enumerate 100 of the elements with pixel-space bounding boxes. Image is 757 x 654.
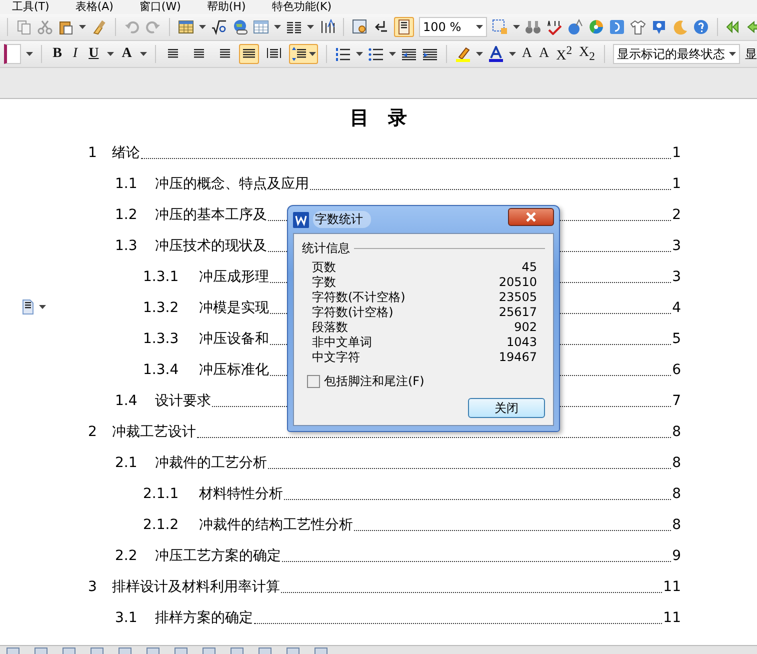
stat-label: 字符数(计空格) (312, 305, 394, 320)
increase-indent-icon[interactable] (422, 46, 438, 62)
page-number: 7 (672, 392, 681, 408)
close-dialog-button[interactable]: 关闭 (468, 398, 545, 418)
page-number: 2 (672, 206, 681, 222)
font-style-button[interactable]: A (118, 46, 135, 62)
back-arrow-icon[interactable] (747, 19, 757, 35)
toc-entry-title: 冲模是实现 (199, 298, 269, 316)
caret-icon[interactable] (513, 25, 520, 29)
subscript-button[interactable]: X$_{2}$ (578, 45, 596, 63)
page-number: 6 (672, 362, 681, 378)
toc-number: 1.2 (115, 206, 138, 222)
bullet-list-icon[interactable] (368, 46, 384, 62)
toc-entry-title: 冲压成形理 (199, 268, 269, 286)
caret-icon[interactable] (307, 25, 314, 29)
brush-icon[interactable] (91, 19, 107, 35)
chat-bubble-icon[interactable] (651, 19, 667, 35)
caret-icon[interactable] (140, 52, 147, 56)
page-number: 11 (663, 578, 681, 594)
page-number: 8 (672, 424, 681, 440)
stat-label: 段落数 (312, 320, 348, 335)
menu-item[interactable]: 帮助(H) (206, 0, 246, 14)
caret-icon[interactable] (199, 25, 206, 29)
toc-number: 1.1 (115, 176, 138, 192)
caret-icon[interactable] (388, 52, 396, 56)
clipboard-icon[interactable] (58, 19, 74, 35)
toc-entry-title: 冲压设备和 (199, 330, 269, 348)
toc-number: 2.2 (115, 548, 138, 564)
page-number: 11 (663, 610, 681, 626)
help-icon[interactable] (693, 19, 709, 35)
page-number: 9 (672, 548, 681, 564)
document-icon[interactable] (20, 299, 36, 315)
caret-icon[interactable] (308, 52, 316, 56)
numbered-list-icon[interactable] (334, 46, 351, 62)
caret-icon[interactable] (79, 25, 86, 29)
caret-icon[interactable] (106, 52, 114, 56)
toc-entry-title: 绪论 (112, 144, 140, 162)
caret-icon[interactable] (476, 52, 483, 56)
spreadsheet-icon[interactable] (178, 19, 194, 35)
toolbar-label[interactable]: 显 (745, 46, 757, 62)
scissors-icon[interactable] (37, 19, 53, 35)
columns-icon[interactable] (286, 19, 302, 35)
underline-button[interactable]: U (86, 46, 102, 62)
table-icon[interactable] (253, 19, 269, 35)
checkbox-label[interactable]: 包括脚注和尾注(F) (324, 373, 424, 390)
shirt-icon[interactable] (630, 19, 646, 35)
caret-icon[interactable] (729, 52, 736, 56)
toc-entry-title: 冲裁工艺设计 (112, 422, 196, 440)
text-direction-icon[interactable] (319, 19, 335, 35)
select-frame-icon[interactable] (492, 19, 508, 35)
bold-button[interactable]: B (50, 46, 65, 62)
caret-icon[interactable] (26, 52, 33, 56)
close-button[interactable] (508, 208, 554, 226)
caret-icon[interactable] (39, 305, 46, 309)
decrease-indent-icon[interactable] (400, 46, 417, 62)
stat-label: 字数 (312, 275, 336, 290)
globe-icon[interactable] (567, 19, 583, 35)
colorful-circle-icon[interactable] (588, 19, 604, 35)
grow-font-button[interactable]: A (520, 46, 533, 62)
preview-icon[interactable] (352, 19, 368, 35)
toc-entry-title: 冲压标准化 (199, 360, 269, 378)
stat-value: 25617 (498, 305, 537, 320)
line-spacing-icon[interactable] (290, 46, 307, 62)
globe-link-icon[interactable] (232, 19, 248, 35)
toc-number: 3 (88, 578, 98, 594)
menu-item[interactable]: 工具(T) (12, 0, 50, 14)
spellcheck-icon[interactable] (546, 19, 562, 35)
toc-entry-title: 冲压的基本工序及 (155, 206, 267, 224)
markup-dropdown[interactable]: 显示标记的最终状态 (613, 44, 740, 64)
toc-number: 1.3 (115, 238, 138, 254)
caret-icon[interactable] (508, 52, 516, 56)
menu-item[interactable]: 特色功能(K) (272, 0, 332, 14)
app-logo-icon[interactable] (293, 212, 309, 228)
dialog-title: 字数统计 (313, 211, 371, 228)
checkbox[interactable] (307, 375, 320, 388)
menu-item[interactable]: 窗口(W) (139, 0, 181, 14)
caret-icon[interactable] (476, 25, 483, 29)
binoculars-icon[interactable] (525, 19, 541, 35)
page-number: 3 (672, 268, 681, 284)
zoom-field[interactable]: 100 % (419, 17, 487, 37)
font-name-field[interactable] (4, 44, 21, 64)
stat-value: 45 (522, 260, 537, 275)
stat-label: 字符数(不计空格) (312, 290, 406, 305)
formula-icon[interactable] (211, 19, 227, 35)
italic-button[interactable]: I (70, 46, 81, 62)
page-number: 8 (672, 516, 681, 532)
highlighter-icon[interactable] (454, 46, 471, 62)
line-spacing-button[interactable] (288, 44, 318, 64)
superscript-button[interactable]: X$^{2}$ (555, 44, 574, 64)
stat-value: 23505 (498, 290, 537, 305)
caret-icon[interactable] (274, 25, 281, 29)
caret-icon[interactable] (356, 52, 363, 56)
menu-item[interactable]: 表格(A) (75, 0, 114, 14)
toc-entry-title: 冲压工艺方案的确定 (155, 546, 281, 564)
toc-number: 2.1.2 (143, 516, 180, 532)
stat-label: 页数 (312, 260, 336, 275)
shrink-font-button[interactable]: A (538, 46, 550, 62)
toc-number: 1.3.1 (143, 268, 180, 284)
close-icon[interactable] (525, 211, 537, 223)
copy-icon[interactable] (16, 19, 32, 35)
